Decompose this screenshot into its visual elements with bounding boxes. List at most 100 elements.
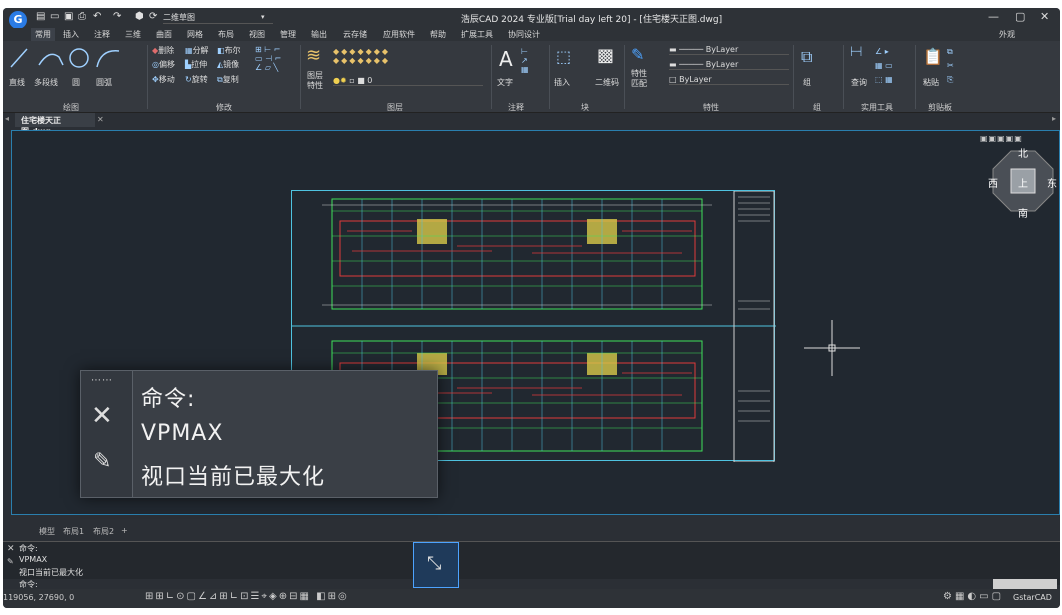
menu-surface[interactable]: 曲面 bbox=[156, 29, 172, 40]
layers-group-label[interactable]: 图层 bbox=[387, 102, 403, 113]
match-properties-button[interactable]: 特性匹配 bbox=[631, 69, 649, 89]
status-bar: 119056, 27690, 0 ⊞⊞∟⊙▢∠⊿⊞∟⊡☰⌖◈⊕⊟▦ ◧⊞◎ ⚙▦… bbox=[3, 589, 1060, 608]
menu-3d[interactable]: 三维 bbox=[125, 29, 141, 40]
menu-layout[interactable]: 布局 bbox=[218, 29, 234, 40]
viewcube-east[interactable]: 东 bbox=[1047, 175, 1057, 190]
boolean-button[interactable]: ◧布尔 bbox=[217, 45, 241, 56]
viewcube-west[interactable]: 西 bbox=[988, 175, 998, 190]
layer-properties-button[interactable]: 图层特性 bbox=[307, 71, 325, 91]
text-button[interactable]: 文字 bbox=[497, 77, 513, 88]
offset-button[interactable]: ◎偏移 bbox=[152, 59, 175, 70]
menu-mesh[interactable]: 网格 bbox=[187, 29, 203, 40]
insert-block-icon[interactable]: ⬚ bbox=[556, 47, 571, 66]
explode-button[interactable]: ▦分解 bbox=[185, 45, 209, 56]
command-history-line: 命令: bbox=[19, 544, 38, 553]
layer-stack-icon[interactable]: ≋ bbox=[306, 45, 321, 66]
clipboard-group-label[interactable]: 剪贴板 bbox=[928, 102, 952, 113]
paste-icon[interactable]: 📋 bbox=[923, 47, 943, 66]
polyline-button[interactable]: 多段线 bbox=[34, 77, 58, 88]
menu-apps[interactable]: 应用软件 bbox=[383, 29, 415, 40]
insert-button[interactable]: 插入 bbox=[554, 77, 570, 88]
close-icon[interactable]: ✕ bbox=[91, 401, 113, 431]
offset-icon: ◎ bbox=[152, 60, 159, 69]
menu-help[interactable]: 帮助 bbox=[430, 29, 446, 40]
close-command-icon[interactable]: ✕ bbox=[7, 544, 15, 554]
cut-copy-icons[interactable]: ⧉ ✂ ⎘ bbox=[947, 45, 954, 87]
group-icon[interactable]: ⧉ bbox=[801, 47, 812, 67]
viewcube[interactable]: 北 南 东 西 上 bbox=[988, 145, 1057, 220]
tab-layout1[interactable]: 布局1 bbox=[63, 526, 84, 537]
utility-tool-icons[interactable]: ∠ ▸ ▦ ▭ ⬚ ▦ bbox=[875, 45, 893, 87]
status-tools[interactable]: ⚙▦◐▭▢ bbox=[943, 591, 1004, 602]
drafting-toggles[interactable]: ⊞⊞∟⊙▢∠⊿⊞∟⊡☰⌖◈⊕⊟▦ ◧⊞◎ bbox=[145, 591, 349, 602]
menu-extensions[interactable]: 扩展工具 bbox=[461, 29, 493, 40]
rotate-button[interactable]: ↻旋转 bbox=[185, 74, 208, 85]
arc-button[interactable]: 圆弧 bbox=[96, 77, 112, 88]
copy-button[interactable]: ⧉复制 bbox=[217, 74, 239, 85]
utilities-group-label[interactable]: 实用工具 bbox=[861, 102, 893, 113]
window-title: 浩辰CAD 2024 专业版[Trial day left 20] - [住宅楼… bbox=[460, 15, 723, 25]
viewcube-north[interactable]: 北 bbox=[1018, 145, 1028, 160]
menu-home[interactable]: 常用 bbox=[31, 28, 55, 41]
layer-select[interactable]: ●✹ ▫ ■ 0 bbox=[333, 76, 483, 86]
lineweight-select[interactable]: □ ByLayer bbox=[669, 75, 789, 85]
coordinates-readout[interactable]: 119056, 27690, 0 bbox=[3, 593, 74, 602]
menu-view[interactable]: 视图 bbox=[249, 29, 265, 40]
move-button[interactable]: ✥移动 bbox=[152, 74, 175, 85]
document-tab[interactable]: 住宅楼天正图.dwg bbox=[15, 113, 95, 136]
appearance-menu[interactable]: 外观 bbox=[999, 29, 1015, 40]
vpmax-button[interactable]: ⤡ bbox=[413, 542, 459, 588]
pencil-icon[interactable]: ✎ bbox=[93, 449, 111, 474]
circle-button[interactable]: 圆 bbox=[72, 77, 80, 88]
paste-button[interactable]: 粘贴 bbox=[923, 77, 939, 88]
menu-insert[interactable]: 插入 bbox=[63, 29, 79, 40]
layer-tool-icons[interactable]: ◆◆◆◆◆◆◆ ◆◆◆◆◆◆◆ bbox=[333, 47, 390, 65]
query-button[interactable]: 查询 bbox=[851, 77, 867, 88]
erase-button[interactable]: ◆删除 bbox=[152, 45, 174, 56]
menu-output[interactable]: 输出 bbox=[311, 29, 327, 40]
group-button[interactable]: 组 bbox=[803, 77, 811, 88]
viewcube-top[interactable]: 上 bbox=[1018, 175, 1028, 190]
command-window[interactable]: ✕ ✎ 命令: VPMAX 视口当前已最大化 命令: ⤡ bbox=[3, 541, 1060, 591]
modify-group-label[interactable]: 修改 bbox=[216, 102, 232, 113]
drag-handle-icon[interactable]: ⋯⋯ bbox=[91, 375, 113, 386]
viewcube-south[interactable]: 南 bbox=[1018, 205, 1028, 220]
tab-layout2[interactable]: 布局2 bbox=[93, 526, 114, 537]
customize-command-icon[interactable]: ✎ bbox=[7, 557, 14, 566]
qrcode-icon[interactable]: ▩ bbox=[597, 45, 614, 66]
title-block bbox=[738, 196, 770, 422]
line-button[interactable]: 直线 bbox=[9, 77, 25, 88]
maximize-viewport-icon: ⤡ bbox=[427, 553, 442, 574]
add-layout-icon[interactable]: + bbox=[121, 526, 128, 535]
tab-scroll-left-icon[interactable]: ◂ bbox=[5, 114, 9, 123]
tab-menu-icon[interactable]: ▸ bbox=[1052, 114, 1056, 123]
linetype-select[interactable]: ▬ ───── ByLayer bbox=[669, 60, 789, 70]
minimize-button[interactable]: — bbox=[988, 10, 999, 23]
menu-manage[interactable]: 管理 bbox=[280, 29, 296, 40]
view-controls-icons[interactable]: ▣▣▣▣▣ bbox=[980, 134, 1023, 143]
match-properties-icon[interactable]: ✎ bbox=[631, 45, 644, 64]
menu-annotate[interactable]: 注释 bbox=[94, 29, 110, 40]
menu-collab[interactable]: 协同设计 bbox=[508, 29, 540, 40]
color-select[interactable]: ▬ ───── ByLayer bbox=[669, 45, 789, 55]
modify-extra-icons[interactable]: ⊞ ⊢ ⌐ ▭ ⊣ ⌐ ∠ ▱ ╲ bbox=[255, 45, 281, 72]
stretch-button[interactable]: ▙拉伸 bbox=[185, 59, 207, 70]
text-icon[interactable]: A bbox=[499, 47, 513, 71]
group-group-label[interactable]: 组 bbox=[813, 102, 821, 113]
block-group-label[interactable]: 块 bbox=[581, 102, 589, 113]
close-button[interactable]: ✕ bbox=[1040, 10, 1049, 23]
annotation-group-label[interactable]: 注释 bbox=[508, 102, 524, 113]
annotation-tool-icons[interactable]: ⊢ ↗ ▦ bbox=[521, 47, 529, 74]
mirror-button[interactable]: ◭镜像 bbox=[217, 59, 239, 70]
measure-icon[interactable]: ├─┤ bbox=[849, 47, 863, 56]
polyline-icon bbox=[38, 53, 64, 66]
qrcode-button[interactable]: 二维码 bbox=[595, 77, 619, 88]
close-tab-icon[interactable]: ✕ bbox=[97, 115, 104, 124]
properties-group-label[interactable]: 特性 bbox=[703, 102, 719, 113]
zoomed-command-panel: ⋯⋯ ✕ ✎ 命令: VPMAX 视口当前已最大化 bbox=[80, 370, 438, 498]
menu-cloud[interactable]: 云存储 bbox=[343, 29, 367, 40]
draw-group-label[interactable]: 绘图 bbox=[63, 102, 79, 113]
tab-model[interactable]: 模型 bbox=[39, 526, 55, 537]
zoom-line: VPMAX bbox=[141, 421, 224, 446]
maximize-button[interactable]: ▢ bbox=[1015, 10, 1025, 23]
